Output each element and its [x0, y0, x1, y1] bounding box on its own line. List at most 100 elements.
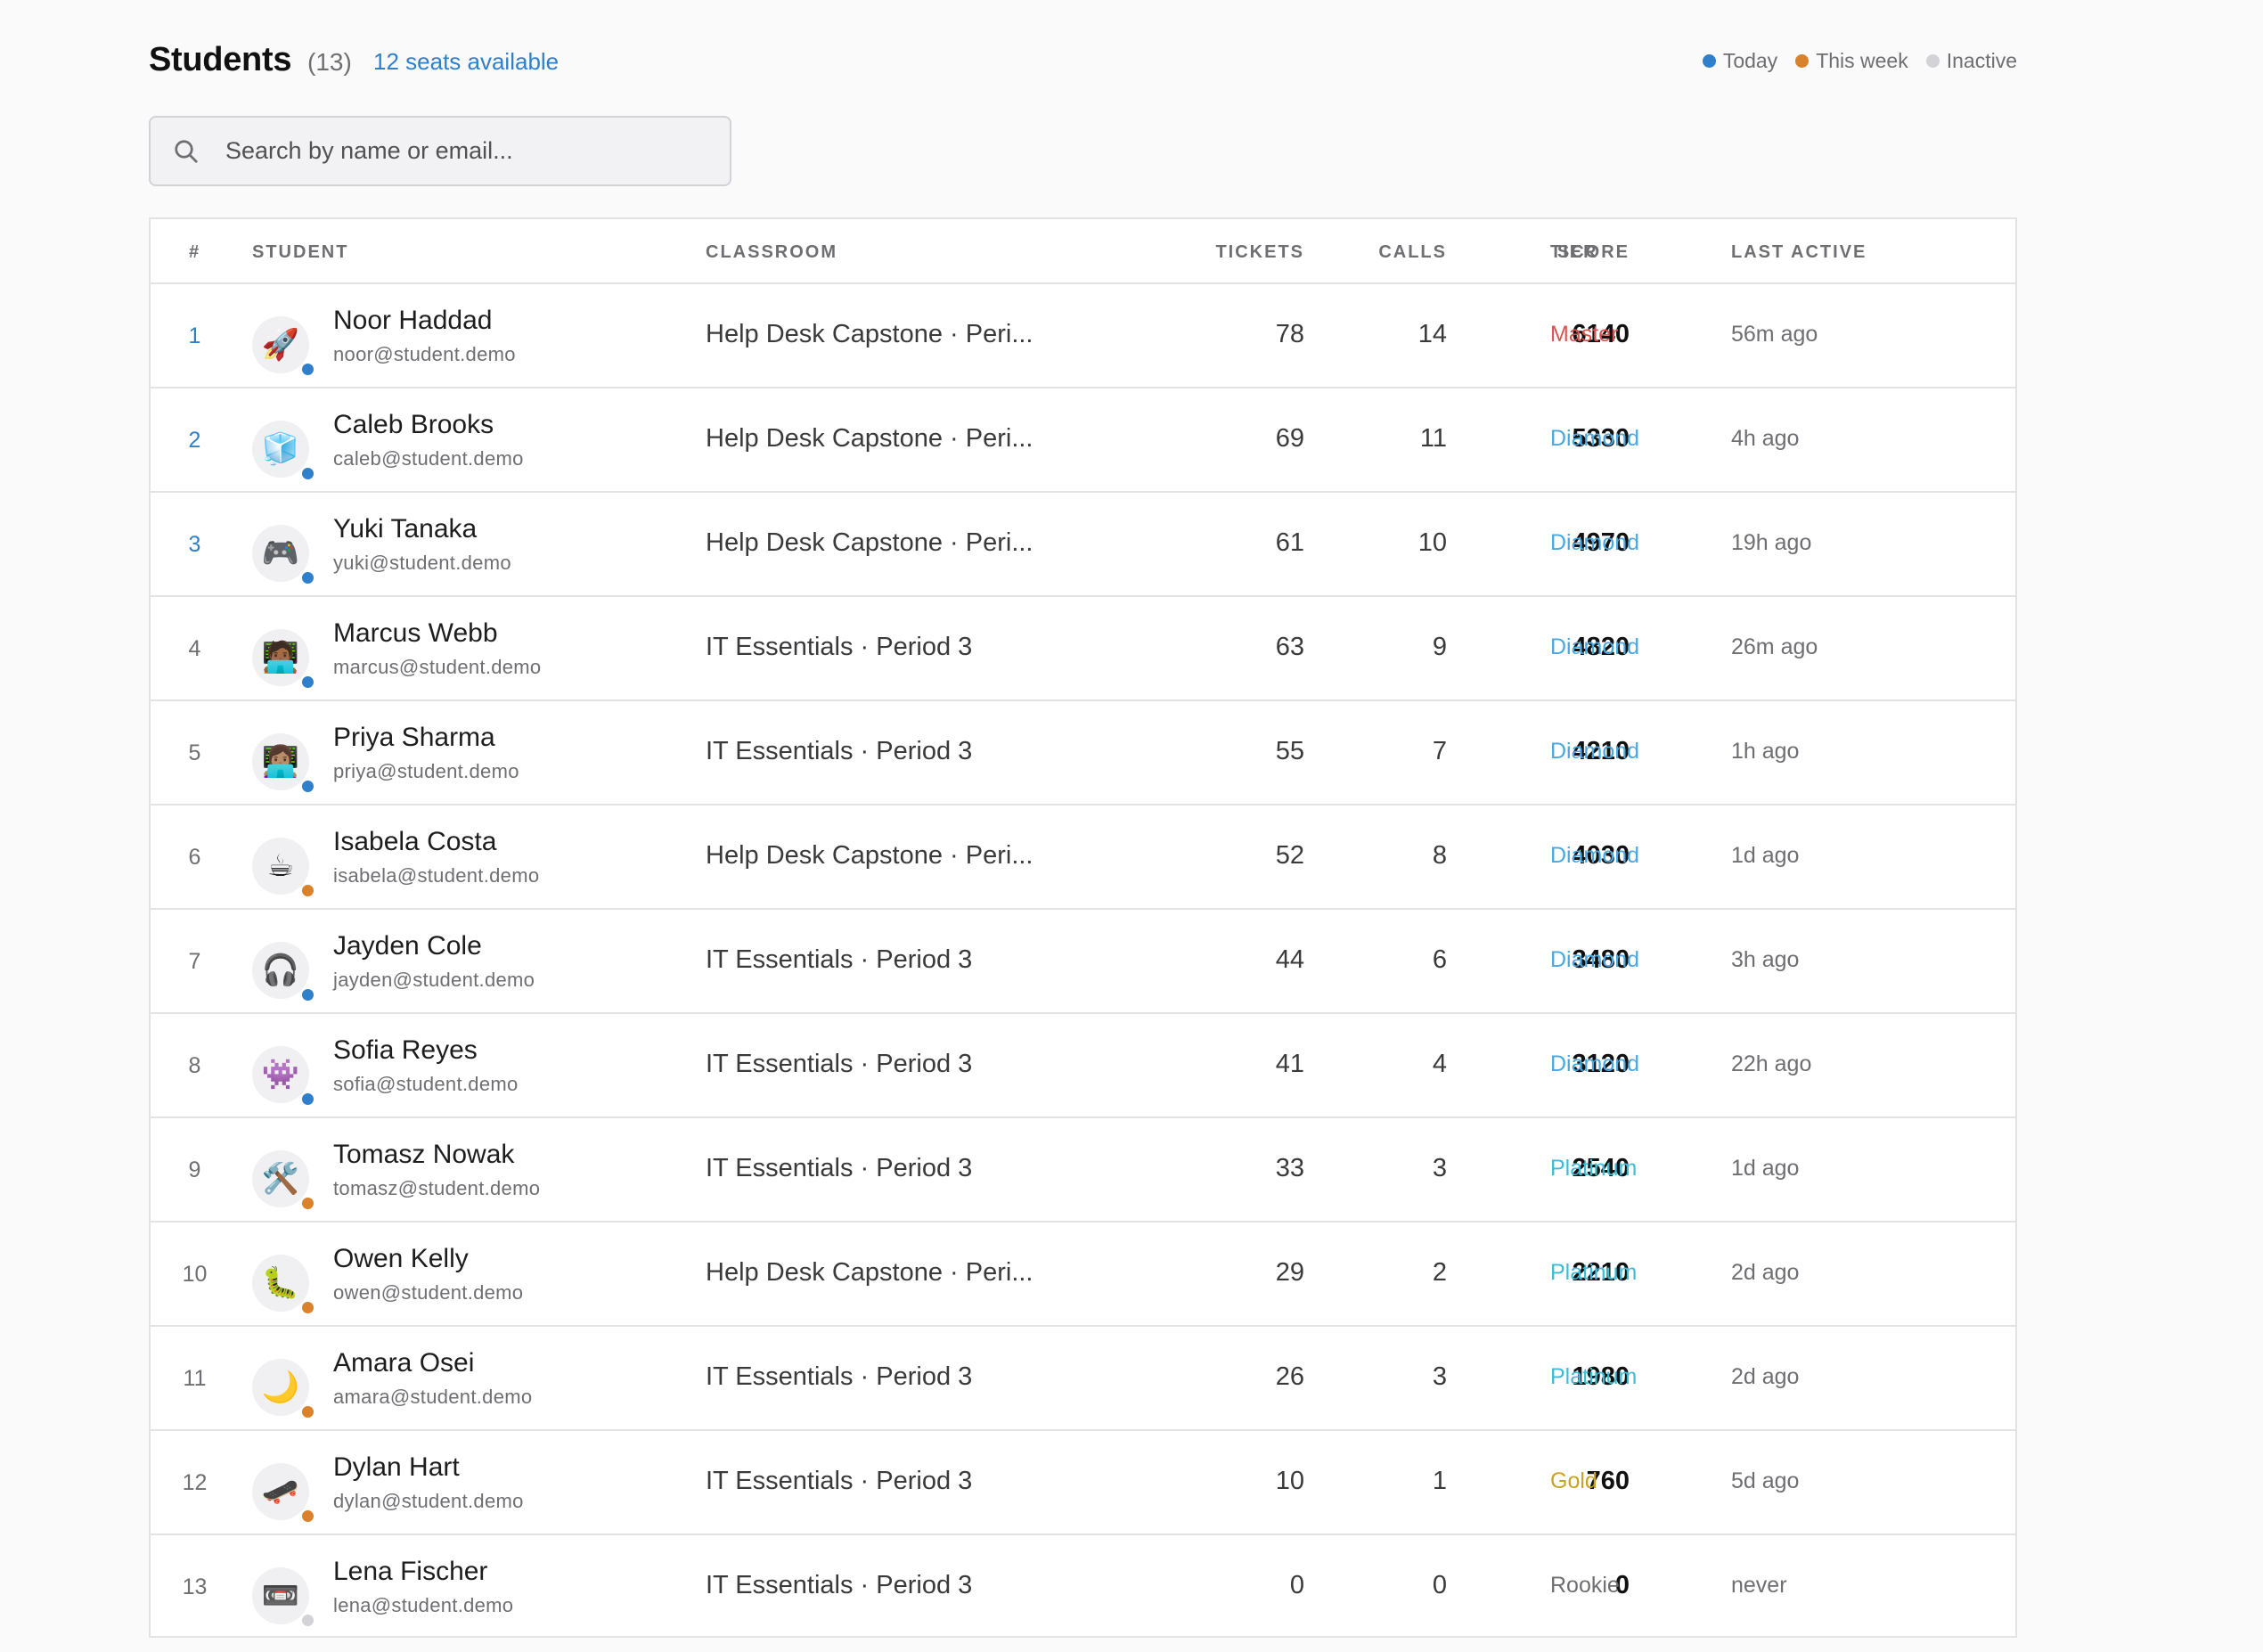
- seats-available-link[interactable]: 12 seats available: [373, 48, 559, 76]
- rank-number: 4: [188, 636, 201, 661]
- status-dot-icon: [300, 1613, 315, 1628]
- table-row[interactable]: 3 🎮 Yuki Tanaka yuki@student.demo Help Desk …: [151, 493, 2015, 597]
- student-email: priya@student.demo: [333, 760, 519, 782]
- tickets-count: 55: [1275, 737, 1304, 765]
- calls-count: 6: [1432, 945, 1447, 974]
- last-active: 1h ago: [1731, 739, 1800, 764]
- student-email: lena@student.demo: [333, 1594, 514, 1616]
- student-email: owen@student.demo: [333, 1281, 524, 1304]
- tier-badge: Diamond: [1550, 426, 1640, 451]
- rank-number: 2: [188, 428, 201, 453]
- table-row[interactable]: 1 🚀 Noor Haddad noor@student.demo Help Desk …: [151, 284, 2015, 388]
- table-row[interactable]: 2 🧊 Caleb Brooks caleb@student.demo Help Des…: [151, 388, 2015, 493]
- rank-number: 7: [188, 949, 201, 974]
- calls-count: 3: [1432, 1362, 1447, 1391]
- student-name[interactable]: Lena Fischer: [333, 1557, 487, 1587]
- classroom-name: IT Essentials · Period 3: [706, 737, 973, 765]
- status-dot-icon: [300, 466, 315, 481]
- table-row[interactable]: 7 🎧 Jayden Cole jayden@student.demo IT Essen…: [151, 910, 2015, 1014]
- student-name[interactable]: Yuki Tanaka: [333, 514, 477, 544]
- student-name[interactable]: Dylan Hart: [333, 1452, 460, 1483]
- tickets-count: 41: [1275, 1050, 1304, 1078]
- student-name[interactable]: Jayden Cole: [333, 931, 482, 961]
- tier-badge: Diamond: [1550, 947, 1640, 972]
- rank-number: 9: [188, 1157, 201, 1182]
- calls-count: 7: [1432, 737, 1447, 765]
- calls-count: 2: [1432, 1258, 1447, 1287]
- student-email: isabela@student.demo: [333, 864, 540, 887]
- student-name[interactable]: Marcus Webb: [333, 618, 498, 649]
- student-name[interactable]: Tomasz Nowak: [333, 1140, 514, 1170]
- page-title: Students: [149, 41, 292, 78]
- col-rank-header[interactable]: #: [151, 242, 239, 263]
- col-tier-header[interactable]: TIER: [1550, 242, 1598, 263]
- table-row[interactable]: 11 🌙 Amara Osei amara@student.demo IT Essent…: [151, 1327, 2015, 1431]
- legend-inactive: Inactive: [1925, 49, 2017, 73]
- legend-today: Today: [1702, 49, 1778, 73]
- tier-badge: Diamond: [1550, 1051, 1640, 1076]
- tickets-count: 69: [1275, 424, 1304, 453]
- score-value: 760: [1586, 1467, 1630, 1495]
- student-name[interactable]: Caleb Brooks: [333, 410, 494, 440]
- classroom-name: Help Desk Capstone · Peri...: [706, 528, 1033, 557]
- classroom-name: Help Desk Capstone · Peri...: [706, 841, 1033, 870]
- student-name[interactable]: Amara Osei: [333, 1348, 474, 1378]
- tier-badge: Diamond: [1550, 739, 1640, 764]
- tier-badge: Platinum: [1550, 1260, 1638, 1285]
- last-active: 1d ago: [1731, 843, 1800, 868]
- col-calls-header[interactable]: CALLS: [1309, 242, 1447, 263]
- student-name[interactable]: Noor Haddad: [333, 306, 492, 336]
- tickets-count: 10: [1275, 1467, 1304, 1495]
- col-tickets-header[interactable]: TICKETS: [1131, 242, 1304, 263]
- search-box[interactable]: [149, 116, 731, 186]
- col-classroom-header[interactable]: CLASSROOM: [706, 242, 837, 263]
- col-last-active-header[interactable]: LAST ACTIVE: [1731, 242, 1867, 263]
- classroom-name: Help Desk Capstone · Peri...: [706, 424, 1033, 453]
- table-row[interactable]: 10 🐛 Owen Kelly owen@student.demo Help Desk …: [151, 1223, 2015, 1327]
- table-row[interactable]: 8 👾 Sofia Reyes sofia@student.demo IT Essent…: [151, 1014, 2015, 1118]
- classroom-name: IT Essentials · Period 3: [706, 1050, 973, 1078]
- student-name[interactable]: Priya Sharma: [333, 723, 495, 753]
- student-name[interactable]: Isabela Costa: [333, 827, 496, 857]
- rank-number: 1: [188, 323, 201, 348]
- table-row[interactable]: 9 🛠️ Tomasz Nowak tomasz@student.demo IT Ess…: [151, 1118, 2015, 1223]
- tickets-count: 44: [1275, 945, 1304, 974]
- legend-label: Inactive: [1946, 49, 2017, 72]
- student-email: yuki@student.demo: [333, 552, 511, 574]
- table-row[interactable]: 12 🛹 Dylan Hart dylan@student.demo IT Essent…: [151, 1431, 2015, 1535]
- tier-badge: Diamond: [1550, 530, 1640, 555]
- student-name[interactable]: Sofia Reyes: [333, 1035, 478, 1066]
- rank-number: 6: [188, 845, 201, 870]
- status-dot-icon: [300, 1404, 315, 1419]
- table-row[interactable]: 5 👩🏽‍💻 Priya Sharma priya@student.demo IT Es…: [151, 701, 2015, 806]
- rank-number: 11: [183, 1366, 207, 1391]
- classroom-name: IT Essentials · Period 3: [706, 633, 973, 661]
- inactive-dot-icon: [1925, 54, 1940, 68]
- table-row[interactable]: 6 ☕ Isabela Costa isabela@student.demo Help …: [151, 806, 2015, 910]
- search-input[interactable]: [224, 136, 730, 166]
- rank-number: 3: [188, 532, 201, 557]
- panel-header: Students (13) 12 seats available Today T…: [149, 0, 2017, 116]
- student-name[interactable]: Owen Kelly: [333, 1244, 469, 1274]
- status-dot-icon: [300, 1509, 315, 1524]
- student-email: tomasz@student.demo: [333, 1177, 541, 1199]
- legend-label: Today: [1722, 49, 1778, 72]
- table-row[interactable]: 13 📼 Lena Fischer lena@student.demo IT Essen…: [151, 1535, 2015, 1636]
- rank-number: 12: [182, 1470, 208, 1495]
- this-week-dot-icon: [1795, 54, 1810, 68]
- tier-badge: Rookie: [1550, 1573, 1620, 1598]
- student-email: caleb@student.demo: [333, 447, 524, 470]
- tickets-count: 52: [1275, 841, 1304, 870]
- rank-number: 5: [188, 740, 201, 765]
- table-row[interactable]: 4 🧑🏾‍💻 Marcus Webb marcus@student.demo IT Es…: [151, 597, 2015, 701]
- tickets-count: 63: [1275, 633, 1304, 661]
- student-email: marcus@student.demo: [333, 656, 542, 678]
- calls-count: 14: [1417, 320, 1447, 348]
- col-score-header[interactable]: SCORE: [1460, 242, 1630, 263]
- calls-count: 3: [1432, 1154, 1447, 1182]
- tier-badge: Diamond: [1550, 634, 1640, 659]
- col-student-header[interactable]: STUDENT: [252, 242, 348, 263]
- status-dot-icon: [300, 779, 315, 794]
- tier-badge: Master: [1550, 322, 1619, 347]
- status-dot-icon: [300, 1196, 315, 1211]
